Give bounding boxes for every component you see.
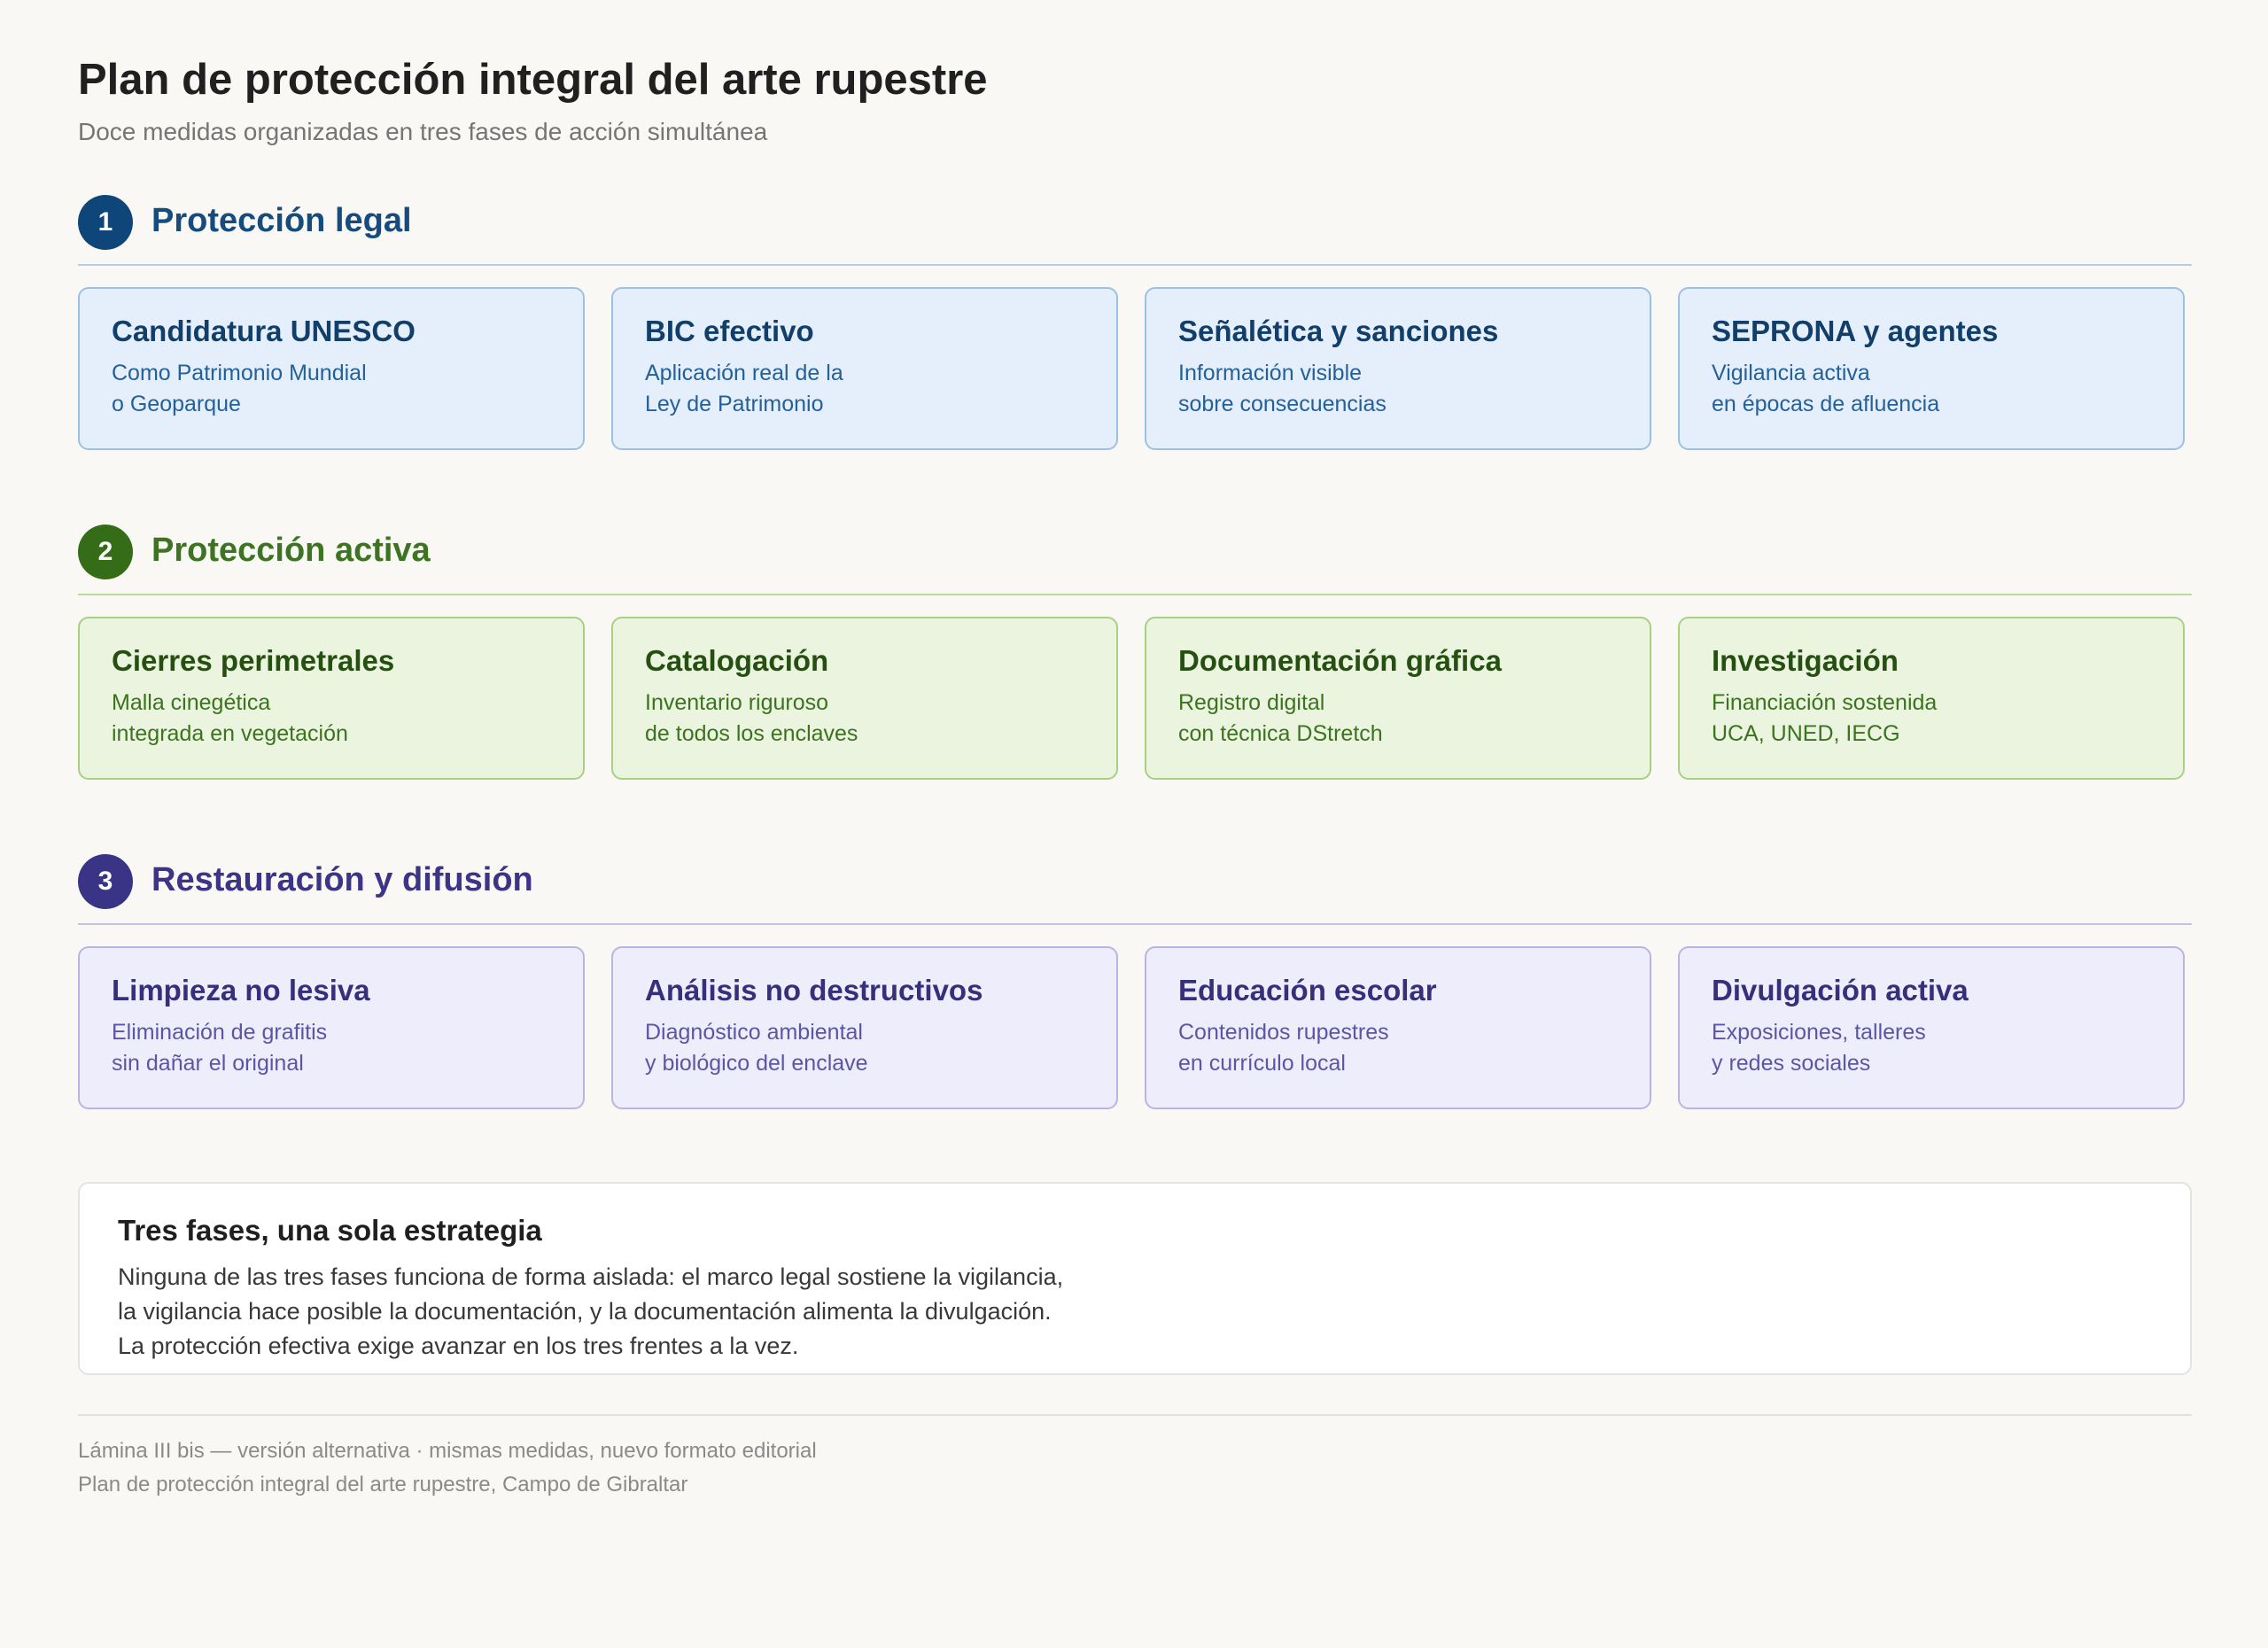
measure-card-divulgacion: Divulgación activa Exposiciones, tallere… bbox=[1678, 946, 2185, 1109]
page-subtitle: Doce medidas organizadas en tres fases d… bbox=[78, 118, 768, 145]
measure-card-unesco: Candidatura UNESCO Como Patrimonio Mundi… bbox=[78, 287, 585, 450]
measure-description: y biológico del enclave bbox=[645, 1051, 868, 1076]
measure-description: en épocas de afluencia bbox=[1712, 392, 1940, 416]
measure-description: sin dañar el original bbox=[112, 1051, 304, 1076]
phase-number-badge: 1 bbox=[78, 195, 133, 250]
footer-source-note: Plan de protección integral del arte rup… bbox=[78, 1473, 688, 1496]
measure-description: Como Patrimonio Mundial bbox=[112, 361, 367, 385]
measure-card-limpieza: Limpieza no lesiva Eliminación de grafit… bbox=[78, 946, 585, 1109]
measure-title: Educación escolar bbox=[1178, 974, 1437, 1007]
measure-description: Información visible bbox=[1178, 361, 1363, 385]
measure-title: BIC efectivo bbox=[645, 315, 814, 347]
measure-title: Documentación gráfica bbox=[1178, 644, 1502, 677]
measure-title: SEPRONA y agentes bbox=[1712, 315, 1999, 347]
measure-card-bic: BIC efectivo Aplicación real de la Ley d… bbox=[611, 287, 1118, 450]
measure-title: Cierres perimetrales bbox=[112, 644, 395, 677]
summary-text: Ninguna de las tres fases funciona de fo… bbox=[118, 1263, 1064, 1290]
page-title: Plan de protección integral del arte rup… bbox=[78, 56, 988, 104]
measure-description: Malla cinegética bbox=[112, 690, 271, 715]
phase-title: Protección activa bbox=[151, 532, 431, 569]
measure-description: de todos los enclaves bbox=[645, 721, 858, 746]
strategy-summary: Tres fases, una sola estrategia Ninguna … bbox=[78, 1182, 2192, 1375]
summary-text: La protección efectiva exige avanzar en … bbox=[118, 1333, 799, 1359]
measure-description: Financiación sostenida bbox=[1712, 690, 1938, 715]
measure-description: Exposiciones, talleres bbox=[1712, 1020, 1926, 1045]
measure-description: Diagnóstico ambiental bbox=[645, 1020, 863, 1045]
phase-title: Restauración y difusión bbox=[151, 861, 533, 898]
measure-description: Aplicación real de la bbox=[645, 361, 843, 385]
measure-description: Contenidos rupestres bbox=[1178, 1020, 1389, 1045]
measure-title: Divulgación activa bbox=[1712, 974, 1969, 1007]
measure-card-educacion: Educación escolar Contenidos rupestres e… bbox=[1145, 946, 1651, 1109]
measure-card-documentacion: Documentación gráfica Registro digital c… bbox=[1145, 617, 1651, 780]
measure-title: Señalética y sanciones bbox=[1178, 315, 1499, 347]
measure-description: UCA, UNED, IECG bbox=[1712, 721, 1900, 746]
measure-description: Inventario riguroso bbox=[645, 690, 829, 715]
measure-description: Registro digital bbox=[1178, 690, 1325, 715]
summary-title: Tres fases, una sola estrategia bbox=[118, 1214, 542, 1247]
phase-header: 3 Restauración y difusión bbox=[78, 854, 2192, 925]
measure-card-investigacion: Investigación Financiación sostenida UCA… bbox=[1678, 617, 2185, 780]
measure-description: integrada en vegetación bbox=[112, 721, 348, 746]
measure-card-catalogacion: Catalogación Inventario riguroso de todo… bbox=[611, 617, 1118, 780]
measure-card-analisis: Análisis no destructivos Diagnóstico amb… bbox=[611, 946, 1118, 1109]
measure-title: Limpieza no lesiva bbox=[112, 974, 370, 1007]
measure-card-senaletica: Señalética y sanciones Información visib… bbox=[1145, 287, 1651, 450]
phase-number-badge: 2 bbox=[78, 525, 133, 579]
measure-title: Investigación bbox=[1712, 644, 1899, 677]
footer-divider bbox=[78, 1414, 2192, 1416]
measure-description: Ley de Patrimonio bbox=[645, 392, 824, 416]
phase-header: 1 Protección legal bbox=[78, 195, 2192, 266]
footer-edition-note: Lámina III bis — versión alternativa · m… bbox=[78, 1439, 817, 1463]
measure-description: y redes sociales bbox=[1712, 1051, 1871, 1076]
measure-title: Análisis no destructivos bbox=[645, 974, 983, 1007]
measure-description: Vigilancia activa bbox=[1712, 361, 1870, 385]
phase-legal: 1 Protección legal Candidatura UNESCO Co… bbox=[78, 195, 2192, 452]
measure-description: o Geoparque bbox=[112, 392, 241, 416]
measure-description: con técnica DStretch bbox=[1178, 721, 1383, 746]
phase-header: 2 Protección activa bbox=[78, 525, 2192, 595]
measure-card-seprona: SEPRONA y agentes Vigilancia activa en é… bbox=[1678, 287, 2185, 450]
measure-description: sobre consecuencias bbox=[1178, 392, 1386, 416]
measure-title: Candidatura UNESCO bbox=[112, 315, 416, 347]
phase-title: Protección legal bbox=[151, 202, 412, 239]
measure-description: en currículo local bbox=[1178, 1051, 1346, 1076]
summary-text: la vigilancia hace posible la documentac… bbox=[118, 1298, 1052, 1325]
phase-restoration: 3 Restauración y difusión Limpieza no le… bbox=[78, 854, 2192, 1111]
measure-card-cierres: Cierres perimetrales Malla cinegética in… bbox=[78, 617, 585, 780]
phase-number-badge: 3 bbox=[78, 854, 133, 909]
measure-description: Eliminación de grafitis bbox=[112, 1020, 328, 1045]
phase-active: 2 Protección activa Cierres perimetrales… bbox=[78, 525, 2192, 781]
measure-title: Catalogación bbox=[645, 644, 829, 677]
